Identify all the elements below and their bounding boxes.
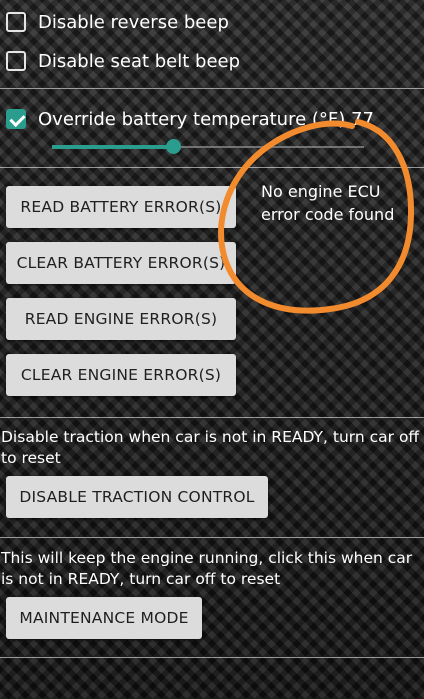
divider: [0, 537, 424, 538]
traction-description: Disable traction when car is not in READ…: [1, 428, 420, 467]
disable-seat-belt-beep-row[interactable]: Disable seat belt beep: [6, 47, 240, 75]
ecu-status-message: No engine ECU error code found: [261, 182, 395, 224]
battery-temp-slider-thumb[interactable]: [166, 139, 181, 154]
checkbox-icon[interactable]: [6, 12, 26, 32]
divider: [0, 167, 424, 168]
override-battery-temp-label: Override battery temperature (°F) 77: [38, 108, 374, 130]
checkbox-checked-icon[interactable]: [6, 109, 26, 129]
divider: [0, 657, 424, 658]
disable-traction-control-button[interactable]: DISABLE TRACTION CONTROL: [6, 476, 268, 518]
maintenance-description: This will keep the engine running, click…: [1, 549, 413, 588]
read-engine-errors-button[interactable]: READ ENGINE ERROR(S): [6, 298, 236, 340]
checkbox-icon[interactable]: [6, 51, 26, 71]
disable-seat-belt-beep-label: Disable seat belt beep: [38, 50, 241, 72]
divider: [0, 88, 424, 89]
disable-reverse-beep-label: Disable reverse beep: [38, 11, 229, 33]
override-battery-temp-row[interactable]: Override battery temperature (°F) 77: [6, 105, 374, 133]
divider: [0, 417, 424, 418]
maintenance-mode-button[interactable]: MAINTENANCE MODE: [6, 597, 202, 639]
read-battery-errors-button[interactable]: READ BATTERY ERROR(S): [6, 186, 236, 228]
clear-engine-errors-button[interactable]: CLEAR ENGINE ERROR(S): [6, 354, 236, 396]
clear-battery-errors-button[interactable]: CLEAR BATTERY ERROR(S): [6, 242, 236, 284]
disable-reverse-beep-row[interactable]: Disable reverse beep: [6, 8, 229, 36]
battery-temp-slider-fill: [52, 145, 174, 149]
